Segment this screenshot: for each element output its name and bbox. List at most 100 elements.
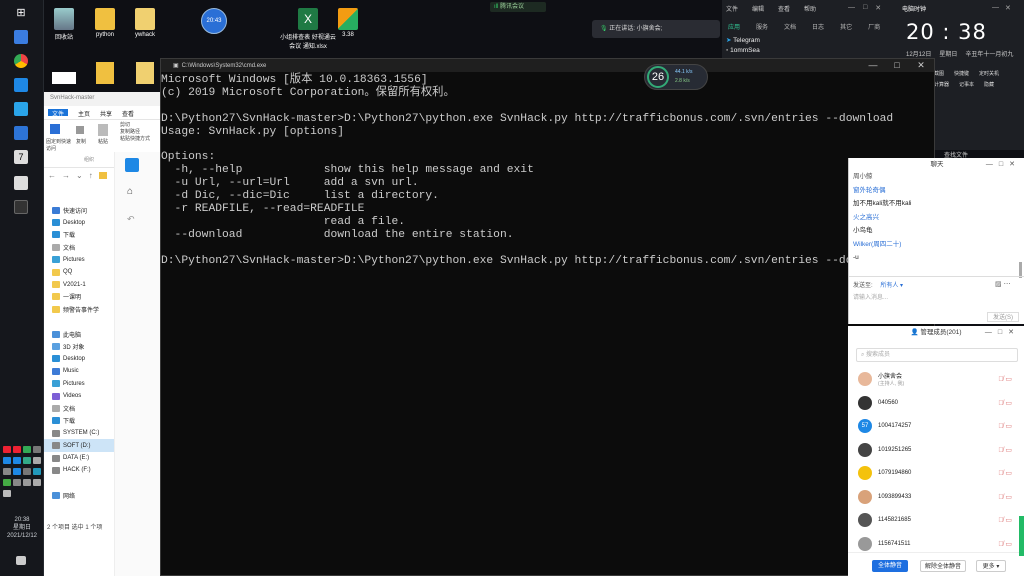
tab-other[interactable]: 其它 <box>840 22 852 31</box>
mic-muted-icon[interactable]: 🎙̸ ▭ <box>998 516 1012 524</box>
member-row[interactable]: 57 1004174257 🎙̸ ▭ <box>858 417 1018 435</box>
member-row[interactable]: 小旗舍会 (主持人, 我) 🎙̸ ▭ <box>858 370 1018 388</box>
member-search-input[interactable]: ⌕ 搜索成员 <box>856 348 1018 362</box>
nav-item[interactable]: 频警告事件学 <box>44 303 114 315</box>
more-icon[interactable]: ⋯ <box>1004 281 1011 288</box>
taskbar-app-icon[interactable] <box>14 78 28 92</box>
taskbar-app-icon[interactable] <box>14 30 28 44</box>
ribbon-tab-view[interactable]: 查看 <box>122 109 134 118</box>
app-item-telegram[interactable]: ➤ Telegram <box>726 36 760 46</box>
maximize-icon[interactable]: □ <box>886 59 908 72</box>
nav-item[interactable]: Pictures <box>44 377 114 389</box>
app-item-1ommsea[interactable]: ▪ 1ommSea <box>726 46 760 56</box>
nav-item[interactable]: V2021-1 <box>44 278 114 290</box>
folder-icon[interactable] <box>96 62 114 84</box>
send-button[interactable]: 发送(S) <box>987 312 1019 322</box>
forward-icon[interactable]: → <box>62 171 70 180</box>
unmute-all-button[interactable]: 解除全体静音 <box>920 560 966 572</box>
nav-item[interactable]: 网络 <box>44 489 114 501</box>
tool-notepad[interactable]: 记事本 <box>959 81 974 88</box>
chevron-down-icon[interactable]: ⌄ <box>76 171 83 180</box>
menu-view[interactable]: 查看 <box>778 4 790 13</box>
taskbar-app-icon[interactable] <box>14 102 28 116</box>
taskbar-app-icon[interactable] <box>14 176 28 190</box>
maximize-icon[interactable]: □ <box>863 4 867 12</box>
member-row[interactable]: 1079194860 🎙̸ ▭ <box>858 464 1018 482</box>
chrome-icon[interactable] <box>14 54 28 68</box>
tool-hotkey[interactable]: 快捷键 <box>954 70 969 77</box>
tool-paste-shortcut[interactable]: 粘贴快捷方式 <box>120 136 150 143</box>
menu-file[interactable]: 文件 <box>726 4 738 13</box>
tab-docs[interactable]: 文档 <box>784 22 796 31</box>
nav-item[interactable]: Desktop <box>44 353 114 365</box>
tool-shutdown[interactable]: 定时关机 <box>979 70 999 77</box>
mic-muted-icon[interactable]: 🎙̸ ▭ <box>998 493 1012 501</box>
desktop-icon-partial[interactable] <box>52 72 76 84</box>
mic-muted-icon[interactable]: 🎙̸ ▭ <box>998 446 1012 454</box>
nav-item[interactable]: 此电脑 <box>44 328 114 340</box>
member-row[interactable]: 1093899433 🎙̸ ▭ <box>858 488 1018 506</box>
nav-item[interactable]: 3D 对象 <box>44 340 114 352</box>
ribbon-tab-home[interactable]: 主页 <box>78 109 90 118</box>
tab-apps[interactable]: 应用 <box>728 22 740 31</box>
taskbar-clock[interactable]: 20:38 星期日 2021/12/12 <box>2 516 42 540</box>
nav-item[interactable]: 快速访问 <box>44 204 114 216</box>
tool-calculator[interactable]: 计算器 <box>934 81 949 88</box>
desktop-icon-ywhack[interactable]: ywhack <box>119 8 171 38</box>
close-icon[interactable]: ✕ <box>1005 4 1011 12</box>
nav-item[interactable]: 下载 <box>44 415 114 427</box>
undo-icon[interactable]: ↶ <box>127 214 135 225</box>
nav-item[interactable]: HACK (F:) <box>44 464 114 476</box>
minimize-icon[interactable]: — <box>848 4 855 12</box>
tool-hide[interactable]: 隐藏 <box>984 81 994 88</box>
cmd-taskbar-icon[interactable] <box>14 200 28 214</box>
notification-icon[interactable] <box>16 556 26 565</box>
tool-screenshot[interactable]: 截图 <box>934 70 944 77</box>
nav-item[interactable]: Pictures <box>44 254 114 266</box>
tab-vendor[interactable]: 厂商 <box>868 22 880 31</box>
app-icon[interactable] <box>125 158 139 172</box>
taskbar-app-icon[interactable]: 7 <box>14 150 28 164</box>
nav-item[interactable]: Music <box>44 365 114 377</box>
close-icon[interactable]: ✕ <box>875 4 881 12</box>
home-icon[interactable]: ⌂ <box>127 186 133 197</box>
minimize-icon[interactable]: — <box>862 59 884 72</box>
mic-muted-icon[interactable]: 🎙̸ ▭ <box>998 422 1012 430</box>
member-row[interactable]: 1145821685 🎙̸ ▭ <box>858 511 1018 529</box>
nav-item[interactable]: 文档 <box>44 402 114 414</box>
cmd-output[interactable]: Microsoft Windows [版本 10.0.18363.1556] (… <box>161 72 934 268</box>
nav-item[interactable]: Desktop <box>44 216 114 228</box>
tab-services[interactable]: 服务 <box>756 22 768 31</box>
up-icon[interactable]: ↑ <box>89 171 93 180</box>
nav-item[interactable]: SYSTEM (C:) <box>44 427 114 439</box>
tool-copy-path[interactable]: 复制路径 <box>120 129 150 136</box>
nav-item[interactable]: 一课明 <box>44 291 114 303</box>
nav-item[interactable]: Videos <box>44 390 114 402</box>
copy-icon[interactable] <box>76 126 84 134</box>
desktop-clock-widget[interactable]: 20:43 <box>201 8 227 34</box>
chat-input[interactable]: 请输入消息... <box>853 292 888 301</box>
nav-item[interactable]: 下载 <box>44 229 114 241</box>
paste-icon[interactable] <box>98 124 108 136</box>
mute-all-button[interactable]: 全体静音 <box>872 560 908 572</box>
nav-item[interactable]: DATA (E:) <box>44 452 114 464</box>
pin-icon[interactable] <box>50 124 60 134</box>
send-to-select[interactable]: 所有人 <box>880 283 898 289</box>
tool-cut[interactable]: 剪切 <box>120 122 150 129</box>
member-row[interactable]: 1019251265 🎙̸ ▭ <box>858 441 1018 459</box>
mic-muted-icon[interactable]: 🎙̸ ▭ <box>998 399 1012 407</box>
close-icon[interactable]: ✕ <box>910 59 932 72</box>
nav-item[interactable]: SOFT (D:) <box>44 439 114 452</box>
folder-icon[interactable] <box>136 62 154 84</box>
start-icon[interactable]: ⊞ <box>14 6 28 20</box>
back-icon[interactable]: ← <box>48 171 56 180</box>
desktop-icon-haoshitong[interactable]: 3.38 <box>325 8 371 38</box>
chevron-down-icon[interactable]: ▾ <box>900 283 903 289</box>
minimize-icon[interactable]: — <box>992 4 999 12</box>
member-row[interactable]: 040560 🎙̸ ▭ <box>858 394 1018 412</box>
more-button[interactable]: 更多 ▾ <box>976 560 1006 572</box>
ribbon-tab-share[interactable]: 共享 <box>100 109 112 118</box>
menu-edit[interactable]: 编辑 <box>752 4 764 13</box>
member-row[interactable]: 1156741511 🎙̸ ▭ <box>858 535 1018 553</box>
menu-help[interactable]: 帮助 <box>804 4 816 13</box>
